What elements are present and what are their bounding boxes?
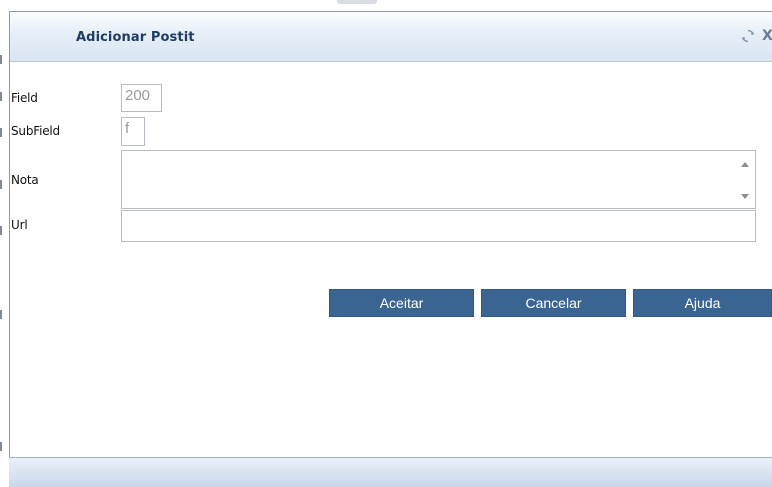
- edge-marker: [0, 180, 2, 189]
- edge-marker: [0, 55, 2, 64]
- field-label: Field: [11, 91, 38, 105]
- dialog-footer: [9, 457, 772, 487]
- dialog-titlebar[interactable]: Adicionar Postit X: [10, 12, 772, 62]
- subfield-input[interactable]: f: [121, 117, 145, 146]
- title-controls: X: [740, 28, 772, 44]
- background-window-fragment: [337, 0, 377, 4]
- url-input[interactable]: [121, 210, 756, 242]
- left-window-edge: [0, 0, 3, 487]
- aceitar-button[interactable]: Aceitar: [329, 289, 474, 317]
- refresh-icon[interactable]: [740, 28, 756, 44]
- close-icon[interactable]: X: [762, 28, 772, 44]
- subfield-label: SubField: [11, 124, 60, 138]
- nota-label: Nota: [11, 173, 39, 187]
- nota-scrollbar[interactable]: [736, 151, 755, 208]
- scroll-up-icon[interactable]: [741, 162, 749, 167]
- dialog-title: Adicionar Postit: [76, 30, 195, 45]
- subfield-value: f: [125, 120, 130, 137]
- add-postit-dialog: Adicionar Postit X: [9, 11, 772, 487]
- edge-marker: [0, 128, 2, 137]
- scroll-down-icon[interactable]: [741, 194, 749, 199]
- edge-marker: [0, 226, 2, 235]
- cancelar-button[interactable]: Cancelar: [481, 289, 626, 317]
- edge-marker: [0, 310, 2, 319]
- nota-textarea[interactable]: [121, 150, 756, 209]
- background-window-strip: [0, 0, 772, 11]
- edge-marker: [0, 442, 2, 451]
- edge-marker: [0, 92, 2, 101]
- ajuda-button[interactable]: Ajuda: [633, 289, 772, 317]
- field-input[interactable]: 200: [121, 84, 162, 112]
- url-label: Url: [11, 218, 28, 232]
- field-value: 200: [125, 87, 151, 104]
